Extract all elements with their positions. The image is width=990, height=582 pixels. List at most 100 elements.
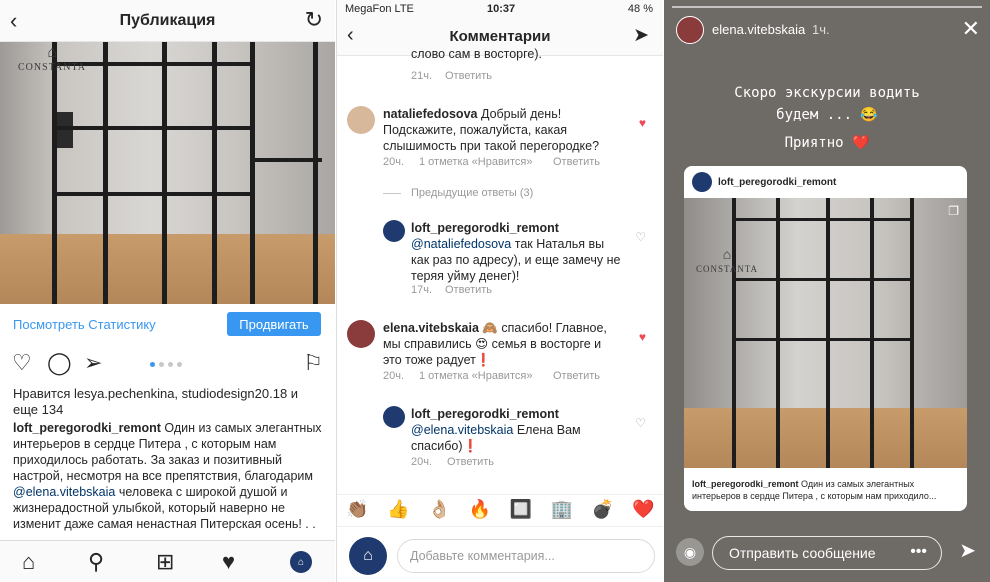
partition-frame xyxy=(732,198,736,468)
partition-frame xyxy=(162,42,167,304)
heart-icon[interactable]: ♡ xyxy=(635,416,646,430)
reply-link[interactable]: Ответить xyxy=(447,456,494,468)
card-caption-user: loft_peregorodki_remont xyxy=(692,479,799,489)
avatar: ⌂ xyxy=(349,537,387,575)
back-icon[interactable]: ‹ xyxy=(10,8,17,34)
reply-link[interactable]: Ответить xyxy=(445,70,492,82)
carousel-icon: ❐ xyxy=(948,204,959,218)
emoji-button[interactable]: 💣 xyxy=(591,499,613,520)
avatar[interactable] xyxy=(676,16,704,44)
partition-frame xyxy=(52,126,252,130)
promote-button[interactable]: Продвигать xyxy=(227,312,321,336)
status-battery: 48 % xyxy=(627,3,653,15)
avatar xyxy=(692,172,712,192)
comment-user[interactable]: nataliefedosova xyxy=(383,107,477,121)
heart-icon[interactable]: ♥ xyxy=(639,116,646,130)
reply-link[interactable]: Ответить xyxy=(553,156,600,168)
card-photo: ⌂ CONSTANTA ❐ xyxy=(684,198,967,468)
story-user[interactable]: elena.vitebskaia xyxy=(712,22,805,37)
partition-frame xyxy=(732,278,914,281)
likes-text[interactable]: Нравится lesya.pechenkina, studiodesign2… xyxy=(13,386,325,418)
previous-replies[interactable]: Предыдущие ответы (3) xyxy=(337,187,663,203)
comment-input-row: ⌂ Добавьте комментария... xyxy=(337,526,663,582)
comment-reply: loft_peregorodki_remont @elena.vitebskaia… xyxy=(337,404,663,474)
send-icon[interactable]: ➤ xyxy=(959,538,976,563)
partition-frame xyxy=(103,42,108,304)
post-photo[interactable]: ⌂ CONSTANTA xyxy=(0,42,335,304)
post-actions: ♡ ◯ ➢ ⚐ xyxy=(0,350,335,378)
story-progress xyxy=(672,6,982,8)
comment-mention[interactable]: @nataliefedosova xyxy=(411,237,511,251)
refresh-icon[interactable]: ↻ xyxy=(305,7,323,33)
status-time: 10:37 xyxy=(487,3,516,15)
emoji-button[interactable]: 👏🏽 xyxy=(346,499,368,520)
search-icon[interactable]: ⚲ xyxy=(88,549,104,575)
story-time: 1ч. xyxy=(812,22,830,37)
brand-logo: ⌂ CONSTANTA xyxy=(695,248,759,274)
card-header: loft_peregorodki_remont xyxy=(684,166,967,198)
comment-input[interactable]: Добавьте комментария... xyxy=(397,539,655,573)
comments-panel: MegaFon LTE 10:37 48 % ‹ Комментарии ➤ с… xyxy=(336,0,663,582)
comment-reply: loft_peregorodki_remont @nataliefedosova … xyxy=(337,218,663,298)
shared-post-card[interactable]: loft_peregorodki_remont ⌂ CONSTANTA ❐ lo… xyxy=(684,166,967,511)
comment-icon[interactable]: ◯ xyxy=(47,350,72,376)
divider xyxy=(383,193,401,194)
comment-body: loft_peregorodki_remont @nataliefedosova … xyxy=(411,220,621,284)
floor xyxy=(0,234,335,304)
caption-user[interactable]: loft_peregorodki_remont xyxy=(13,421,161,435)
bookmark-icon[interactable]: ⚐ xyxy=(303,350,323,376)
heart-icon[interactable]: ♥ xyxy=(639,330,646,344)
card-user: loft_peregorodki_remont xyxy=(718,177,837,188)
activity-icon[interactable]: ♥ xyxy=(222,549,235,575)
caption-mention[interactable]: @elena.vitebskaia xyxy=(13,485,115,499)
comment-text: слово сам в восторге). xyxy=(411,47,543,61)
comment-body: loft_peregorodki_remont @elena.vitebskaia… xyxy=(411,406,621,454)
heart-icon[interactable]: ♡ xyxy=(12,350,32,376)
tv xyxy=(55,112,73,148)
avatar[interactable] xyxy=(383,220,405,242)
comment-mention[interactable]: @elena.vitebskaia xyxy=(411,423,513,437)
comment-fragment: слово сам в восторге). 21ч. Ответить xyxy=(337,47,663,86)
emoji-button[interactable]: 👌🏼 xyxy=(428,499,450,520)
story-text: будем ... 😂 xyxy=(776,107,878,123)
emoji-button[interactable]: 🔲 xyxy=(510,499,532,520)
comment-user[interactable]: loft_peregorodki_remont xyxy=(411,407,559,421)
send-message-label: Отправить сообщение xyxy=(729,545,876,561)
publication-panel: ‹ Публикация ↻ ⌂ CONSTANTA Посмотреть Ст… xyxy=(0,0,335,582)
camera-icon[interactable]: ◉ xyxy=(676,538,704,566)
emoji-button[interactable]: 👍 xyxy=(387,499,409,520)
profile-icon[interactable]: ⌂ xyxy=(290,551,312,573)
add-icon[interactable]: ⊞ xyxy=(156,549,174,575)
avatar[interactable] xyxy=(383,406,405,428)
emoji-button[interactable]: ❤️ xyxy=(632,499,654,520)
view-stats-link[interactable]: Посмотреть Статистику xyxy=(13,317,156,332)
tab-bar: ⌂ ⚲ ⊞ ♥ ⌂ xyxy=(0,540,335,582)
comment-likes[interactable]: 1 отметка «Нравится» xyxy=(419,156,532,168)
reply-link[interactable]: Ответить xyxy=(445,284,492,296)
close-icon[interactable]: ✕ xyxy=(962,16,980,42)
home-icon[interactable]: ⌂ xyxy=(22,549,35,575)
comment-likes[interactable]: 1 отметка «Нравится» xyxy=(419,370,532,382)
share-icon[interactable]: ➢ xyxy=(84,350,102,376)
send-icon[interactable]: ➤ xyxy=(633,24,649,47)
partition-frame xyxy=(252,158,322,162)
comment-user[interactable]: loft_peregorodki_remont xyxy=(411,221,559,235)
story-text: Скоро экскурсии водить xyxy=(734,85,920,101)
heart-icon[interactable]: ♡ xyxy=(635,230,646,244)
previous-replies-link[interactable]: Предыдущие ответы (3) xyxy=(411,187,533,199)
comment-user[interactable]: elena.vitebskaia xyxy=(383,321,479,335)
comment: nataliefedosova Добрый день! Подскажите,… xyxy=(337,104,663,174)
comment-body: elena.vitebskaia 🙈 спасибо! Главное, мы … xyxy=(383,320,623,368)
reply-link[interactable]: Ответить xyxy=(553,370,600,382)
partition-frame xyxy=(52,192,252,196)
partition-frame xyxy=(826,198,830,468)
emoji-button[interactable]: 🔥 xyxy=(469,499,491,520)
avatar[interactable] xyxy=(347,320,375,348)
emoji-button[interactable]: 🏢 xyxy=(551,499,573,520)
more-icon[interactable]: ••• xyxy=(910,543,927,561)
comment-time: 17ч. xyxy=(411,284,433,296)
brand-logo: ⌂ CONSTANTA xyxy=(18,44,86,73)
avatar[interactable] xyxy=(347,106,375,134)
comment-time: 20ч. xyxy=(383,156,405,168)
send-message-input[interactable]: Отправить сообщение ••• xyxy=(712,536,942,570)
